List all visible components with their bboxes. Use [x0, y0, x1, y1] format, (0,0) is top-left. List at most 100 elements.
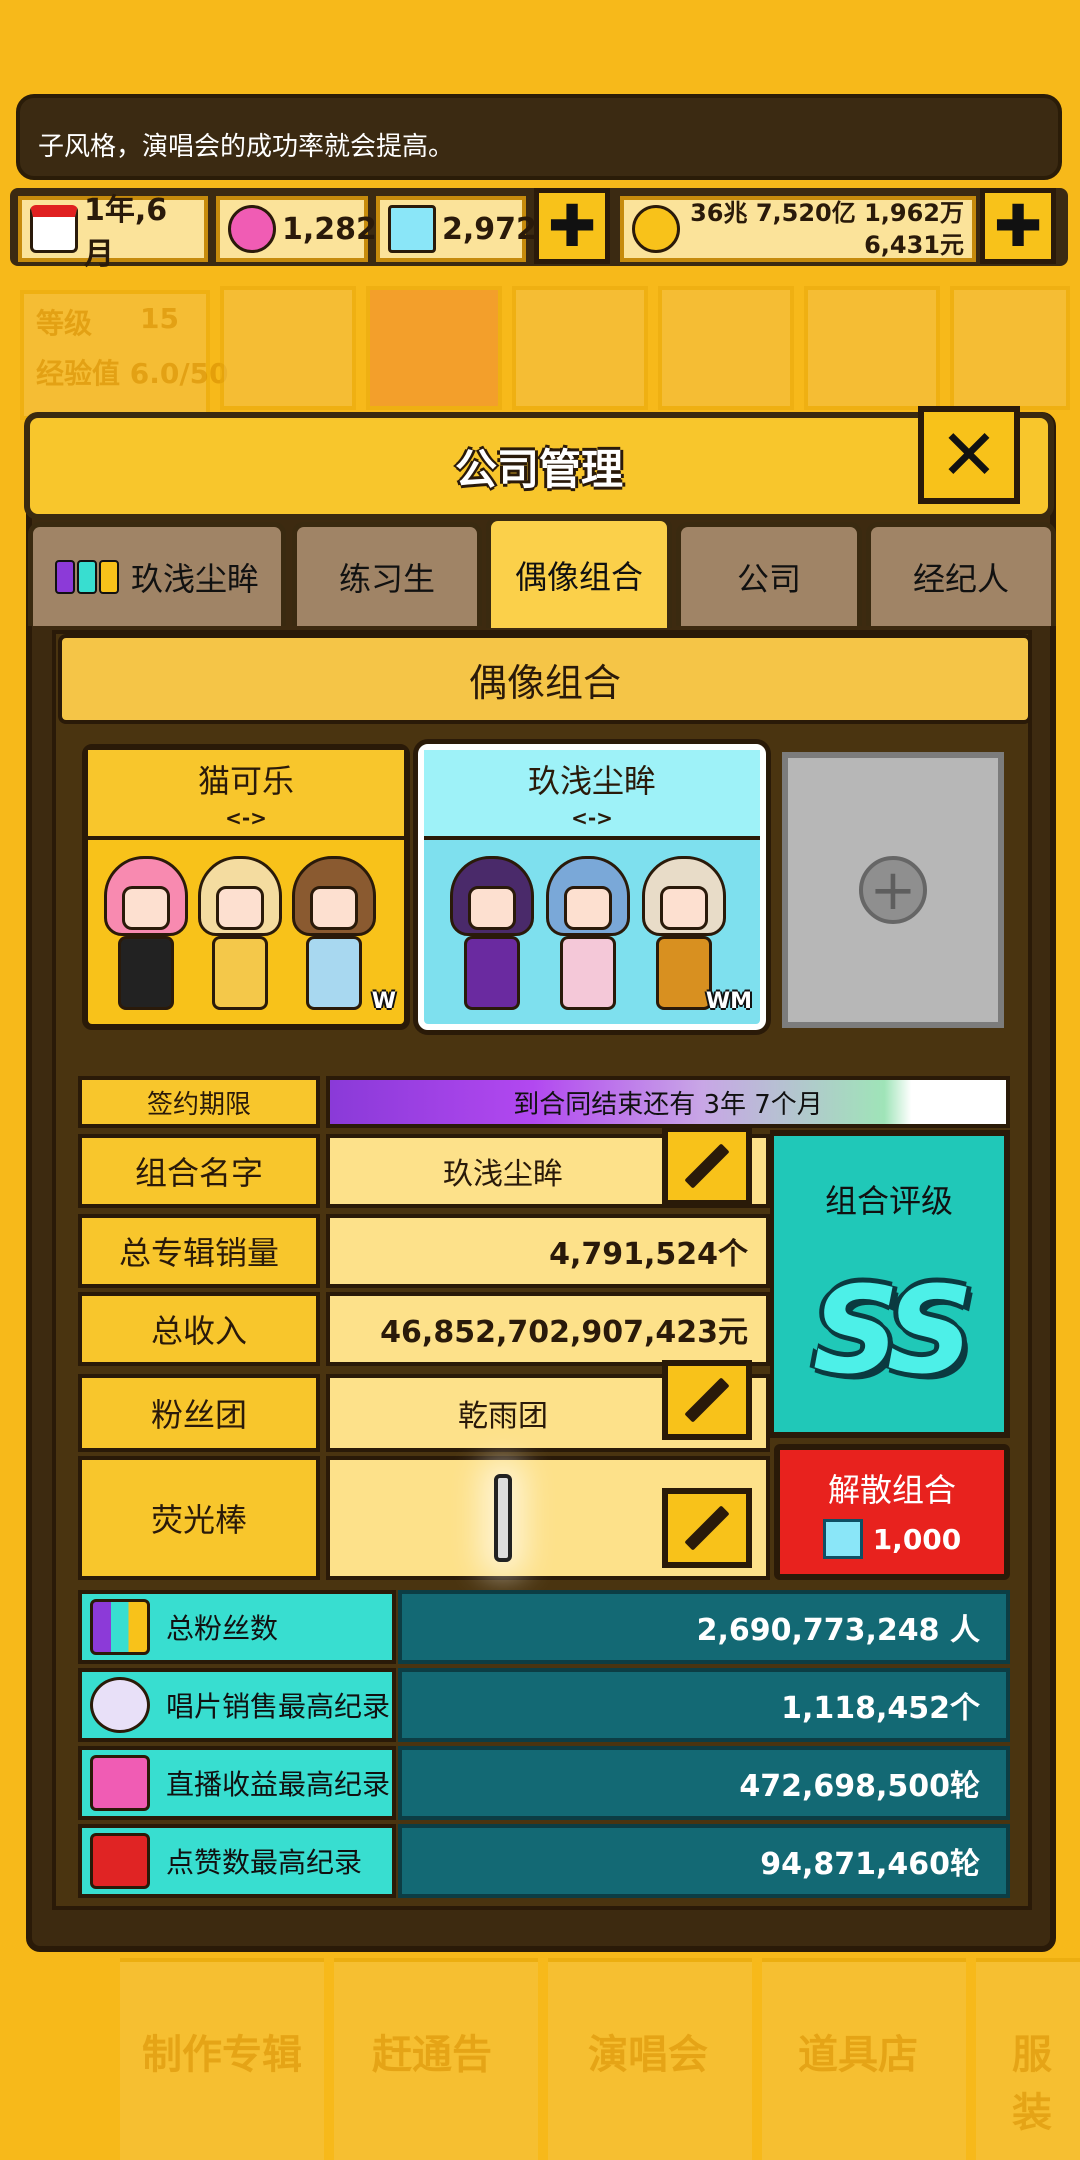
member-chibi: [292, 856, 376, 1012]
member-chibi: [450, 856, 534, 1012]
tab-current-group[interactable]: 玖浅尘眸: [28, 522, 286, 626]
edit-lightstick-button[interactable]: [662, 1488, 752, 1568]
stat-record-sales-label: 唱片销售最高纪录: [166, 1690, 391, 1723]
stat-label-box: 点赞数最高纪录: [78, 1824, 396, 1898]
group-card-1-name: 猫可乐: [197, 762, 294, 800]
calendar-icon: [30, 205, 78, 253]
bottom-menu-concert[interactable]: 演唱会: [588, 2022, 708, 2080]
contract-label: 签约期限: [78, 1076, 320, 1128]
total-income-label: 总收入: [78, 1292, 320, 1366]
group-card-2[interactable]: 玖浅尘眸 <-> WM: [418, 744, 766, 1030]
tab-idol-groups[interactable]: 偶像组合: [486, 516, 672, 628]
edit-fanclub-button[interactable]: [662, 1360, 752, 1440]
stat-record-sales-value: 1,118,452个: [398, 1668, 1010, 1742]
disband-label: 解散组合: [827, 1471, 956, 1509]
bg-exp-label: 经验值 6.0/50: [36, 357, 229, 390]
group-card-2-name: 玖浅尘眸: [527, 762, 656, 800]
member-chibi: [104, 856, 188, 1012]
stat-label-box: 唱片销售最高纪录: [78, 1668, 396, 1742]
add-group-plus-icon: +: [859, 856, 927, 924]
contract-remaining-text: 到合同结束还有 3年 7个月: [513, 1089, 823, 1120]
group-card-2-header: 玖浅尘眸 <->: [424, 750, 760, 840]
pencil-icon: [684, 1377, 730, 1423]
stat-record-likes: 点赞数最高纪录 94,871,460轮: [78, 1824, 1010, 1898]
tab-managers[interactable]: 经纪人: [866, 522, 1056, 626]
bg-level-value: 15: [140, 302, 179, 335]
money-line-2: 6,431元: [864, 231, 964, 259]
heart-value: 1,282: [282, 211, 377, 247]
stat-total-fans-value: 2,690,773,248 人: [398, 1590, 1010, 1664]
add-group-slot[interactable]: +: [782, 752, 1004, 1028]
member-chibi: [198, 856, 282, 1012]
pencil-icon: [684, 1143, 730, 1189]
fanclub-text: 乾雨团: [458, 1399, 548, 1434]
bg-menu-tile-1: [220, 286, 356, 410]
group-card-1[interactable]: 猫可乐 <-> W: [82, 744, 410, 1030]
group-card-1-header: 猫可乐 <->: [88, 750, 404, 840]
disband-cost: 1,000: [822, 1519, 962, 1559]
notice-banner: 子风格，演唱会的成功率就会提高。: [16, 94, 1062, 180]
money-line-1: 36兆 7,520亿 1,962万: [690, 199, 964, 227]
gem-icon: [388, 205, 436, 253]
bg-menu-tile-4: [658, 286, 794, 410]
tab-trainees[interactable]: 练习生: [292, 522, 482, 626]
bg-menu-tile-3: [512, 286, 648, 410]
money-lines: 36兆 7,520亿 1,962万 6,431元: [690, 197, 964, 261]
gem-counter: 2,972: [376, 196, 537, 262]
group-card-2-badge: WM: [705, 989, 752, 1014]
coin-icon: [632, 205, 680, 253]
stat-record-streaming: 直播收益最高纪录 472,698,500轮: [78, 1746, 1010, 1820]
bg-menu-tile-2: [366, 286, 502, 410]
stat-record-streaming-label: 直播收益最高纪录: [166, 1768, 391, 1801]
group-card-2-swap-icon[interactable]: <->: [571, 806, 613, 830]
fanclub-label: 粉丝团: [78, 1374, 320, 1452]
edit-group-name-button[interactable]: [662, 1126, 752, 1206]
gem-icon: [822, 1519, 863, 1559]
album-sales-label: 总专辑销量: [78, 1214, 320, 1288]
bottom-menu-make-album[interactable]: 制作专辑: [142, 2022, 302, 2080]
total-income-value: 46,852,702,907,423元: [326, 1292, 770, 1366]
contract-progress-bar: 到合同结束还有 3年 7个月: [326, 1076, 1010, 1128]
group-name-label: 组合名字: [78, 1134, 320, 1208]
album-sales-value: 4,791,524个: [326, 1214, 770, 1288]
heart-counter: 1,282: [216, 196, 377, 262]
group-members-icon: [90, 1599, 150, 1655]
group-rating-panel: 组合评级 SS: [770, 1130, 1010, 1438]
group-card-1-swap-icon[interactable]: <->: [225, 806, 267, 830]
group-rating-label: 组合评级: [824, 1182, 953, 1220]
close-button[interactable]: ✕: [918, 406, 1020, 504]
bottom-menu-costume[interactable]: 服装: [1012, 2022, 1080, 2138]
tab-current-group-label: 玖浅尘眸: [130, 559, 259, 598]
disband-group-button[interactable]: 解散组合 1,000: [774, 1444, 1010, 1580]
bg-menu-tile-6: [950, 286, 1070, 410]
stat-record-likes-value: 94,871,460轮: [398, 1824, 1010, 1898]
tab-company[interactable]: 公司: [676, 522, 862, 626]
group-members-icon: [54, 559, 119, 594]
group-rating-grade: SS: [812, 1262, 974, 1401]
stat-record-sales: 唱片销售最高纪录 1,118,452个: [78, 1668, 1010, 1742]
date-display: 1年,6月: [18, 193, 208, 272]
member-chibi: [546, 856, 630, 1012]
stat-label-box: 直播收益最高纪录: [78, 1746, 396, 1820]
disband-cost-value: 1,000: [872, 1522, 962, 1556]
video-play-icon: [90, 1833, 150, 1889]
bg-level-label: 等级: [36, 307, 93, 340]
gem-value: 2,972: [442, 211, 537, 247]
bottom-menu-schedule[interactable]: 赶通告: [372, 2022, 492, 2080]
heart-coin-icon: [228, 205, 276, 253]
panel-title: 公司管理: [24, 412, 1054, 520]
bottom-menu-item-shop[interactable]: 道具店: [798, 2022, 918, 2080]
stat-record-streaming-value: 472,698,500轮: [398, 1746, 1010, 1820]
group-card-1-portrait: W: [88, 840, 404, 1020]
lightstick-label: 荧光棒: [78, 1456, 320, 1580]
stat-record-likes-label: 点赞数最高纪录: [166, 1846, 363, 1879]
stat-total-fans-label: 总粉丝数: [166, 1612, 279, 1645]
stat-total-fans: 总粉丝数 2,690,773,248 人: [78, 1590, 1010, 1664]
group-card-1-badge: W: [371, 989, 396, 1014]
bg-menu-tile-5: [804, 286, 940, 410]
add-money-button[interactable]: ✚: [980, 188, 1056, 264]
lightstick-icon: [494, 1474, 512, 1562]
add-gems-button[interactable]: ✚: [534, 188, 610, 264]
disc-icon: [90, 1677, 150, 1733]
money-counter: 36兆 7,520亿 1,962万 6,431元: [620, 196, 976, 262]
